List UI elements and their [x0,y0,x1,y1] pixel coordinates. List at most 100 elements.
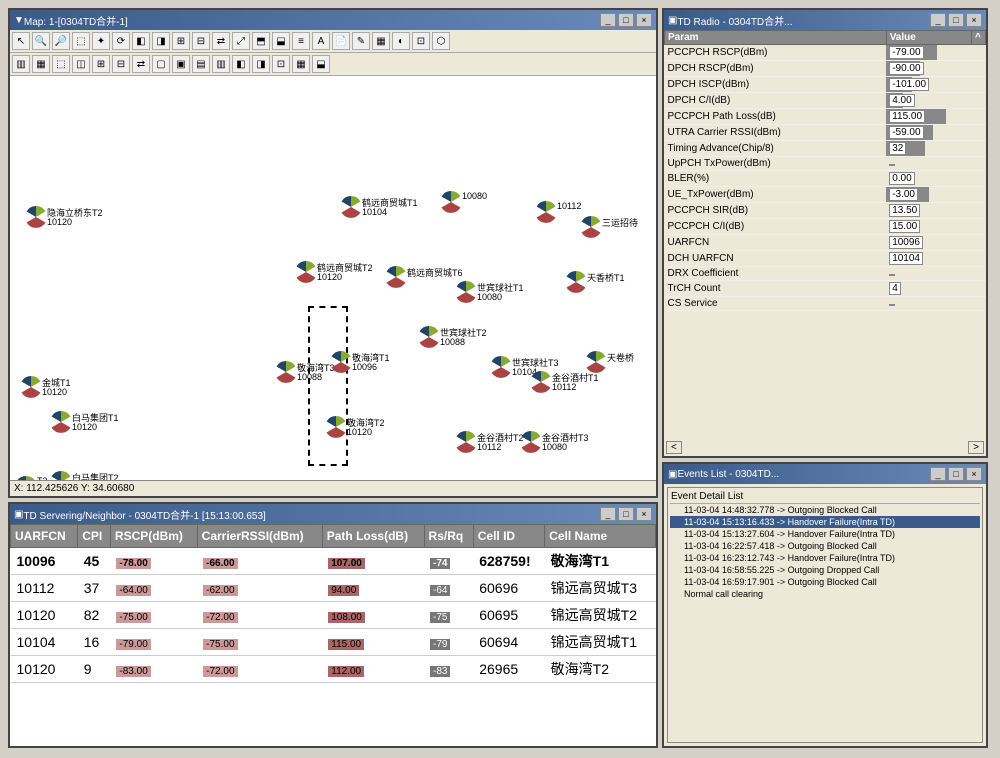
cell-site[interactable] [15,476,37,480]
toolbar-button[interactable]: A [312,32,330,50]
close-button[interactable]: × [636,507,652,521]
param-row[interactable]: UARFCN10096 [665,235,986,251]
cell-site[interactable] [535,201,557,226]
cell-site[interactable] [385,266,407,291]
cell-site[interactable] [418,326,440,351]
toolbar-button[interactable]: ⬡ [432,32,450,50]
param-row[interactable]: BLER(%)0.00 [665,171,986,187]
sn-col-header[interactable]: Cell ID [473,525,544,548]
event-item[interactable]: 11-03-04 16:22:57.418 -> Outgoing Blocke… [670,540,980,552]
sn-col-header[interactable]: CPI [78,525,111,548]
col-param[interactable]: Param [665,31,887,45]
param-row[interactable]: PCCPCH Path Loss(dB)115.00 [665,109,986,125]
param-row[interactable]: TrCH Count4 [665,281,986,297]
toolbar-button[interactable]: ⇄ [212,32,230,50]
toolbar-button[interactable]: ◧ [132,32,150,50]
cell-site[interactable] [20,376,42,401]
param-row[interactable]: PCCPCH C/I(dB)15.00 [665,219,986,235]
event-item[interactable]: 11-03-04 16:58:55.225 -> Outgoing Droppe… [670,564,980,576]
toolbar-button[interactable]: ⊞ [92,55,110,73]
toolbar-button[interactable]: ⊡ [272,55,290,73]
cell-site[interactable] [490,356,512,381]
close-button[interactable]: × [966,13,982,27]
maximize-button[interactable]: □ [948,13,964,27]
toolbar-button[interactable]: ✦ [92,32,110,50]
toolbar-button[interactable]: ◐ [392,32,410,50]
param-row[interactable]: DRX Coefficient [665,267,986,281]
cell-site[interactable] [565,271,587,296]
param-row[interactable]: PCCPCH SIR(dB)13.50 [665,203,986,219]
toolbar-button[interactable]: ▢ [152,55,170,73]
toolbar-button[interactable]: ⇄ [132,55,150,73]
sn-col-header[interactable]: CarrierRSSI(dBm) [197,525,322,548]
param-row[interactable]: PCCPCH RSCP(dBm)-79.00 [665,45,986,61]
toolbar-button[interactable]: ◨ [152,32,170,50]
toolbar-button[interactable]: ⬓ [312,55,330,73]
cell-site[interactable] [580,216,602,241]
toolbar-button[interactable]: 📄 [332,32,350,50]
cell-site[interactable] [275,361,297,386]
scroll-right[interactable]: > [968,441,984,454]
sn-row[interactable]: 1011237-64.00-62.0094.00-6460696锦远高贸城T3 [11,575,656,602]
minimize-button[interactable]: _ [930,467,946,481]
toolbar-button[interactable]: 🔍 [32,32,50,50]
toolbar-button[interactable]: ↖ [12,32,30,50]
toolbar-button[interactable]: ◫ [72,55,90,73]
toolbar-button[interactable]: ✎ [352,32,370,50]
toolbar-button[interactable]: ▦ [372,32,390,50]
toolbar-button[interactable]: ≡ [292,32,310,50]
cell-site[interactable] [440,191,462,216]
toolbar-button[interactable]: ⬚ [72,32,90,50]
toolbar-button[interactable]: ◧ [232,55,250,73]
toolbar-button[interactable]: ⬚ [52,55,70,73]
param-row[interactable]: UpPCH TxPower(dBm) [665,157,986,171]
cell-site[interactable] [295,261,317,286]
param-row[interactable]: DCH UARFCN10104 [665,251,986,267]
close-button[interactable]: × [636,13,652,27]
toolbar-button[interactable]: ⊡ [412,32,430,50]
toolbar-button[interactable]: ▥ [12,55,30,73]
minimize-button[interactable]: _ [600,13,616,27]
cell-site[interactable] [520,431,542,456]
event-item[interactable]: Normal call clearing [670,588,980,600]
cell-site[interactable] [325,416,347,441]
toolbar-button[interactable]: ⊞ [172,32,190,50]
sn-col-header[interactable]: Cell Name [545,525,656,548]
toolbar-button[interactable]: ⬒ [252,32,270,50]
event-item[interactable]: 11-03-04 16:23:12.743 -> Handover Failur… [670,552,980,564]
event-item[interactable]: 11-03-04 14:48:32.778 -> Outgoing Blocke… [670,504,980,516]
cell-site[interactable] [50,411,72,436]
toolbar-button[interactable]: ▥ [212,55,230,73]
toolbar-button[interactable]: ▦ [32,55,50,73]
cell-site[interactable] [455,281,477,306]
toolbar-button[interactable]: ▦ [292,55,310,73]
toolbar-button[interactable]: ⊟ [112,55,130,73]
cell-site[interactable] [455,431,477,456]
event-item[interactable]: 11-03-04 15:13:27.604 -> Handover Failur… [670,528,980,540]
sn-col-header[interactable]: UARFCN [11,525,78,548]
toolbar-button[interactable]: 🔎 [52,32,70,50]
toolbar-button[interactable]: ◨ [252,55,270,73]
sn-col-header[interactable]: Rs/Rq [424,525,473,548]
close-button[interactable]: × [966,467,982,481]
param-row[interactable]: DPCH RSCP(dBm)-90.00 [665,61,986,77]
sn-col-header[interactable]: RSCP(dBm) [110,525,197,548]
param-row[interactable]: UE_TxPower(dBm)-3.00 [665,187,986,203]
toolbar-button[interactable]: ⟳ [112,32,130,50]
maximize-button[interactable]: □ [618,13,634,27]
toolbar-button[interactable]: ⊟ [192,32,210,50]
maximize-button[interactable]: □ [948,467,964,481]
col-value[interactable]: Value [886,31,971,45]
sn-row[interactable]: 1010416-79.00-75.00115.00-7960694锦远高贸城T1 [11,629,656,656]
param-row[interactable]: DPCH ISCP(dBm)-101.00 [665,77,986,93]
toolbar-button[interactable]: ⤢ [232,32,250,50]
cell-site[interactable] [340,196,362,221]
toolbar-button[interactable]: ▤ [192,55,210,73]
cell-site[interactable] [530,371,552,396]
param-row[interactable]: CS Service [665,297,986,311]
map-canvas[interactable]: 隐海立桥东T2 10120鹤远商贸城T1 10104鹤远商贸城T2 10120鹤… [10,76,656,480]
maximize-button[interactable]: □ [618,507,634,521]
scroll-left[interactable]: < [666,441,682,454]
param-row[interactable]: Timing Advance(Chip/8)32 [665,141,986,157]
minimize-button[interactable]: _ [600,507,616,521]
